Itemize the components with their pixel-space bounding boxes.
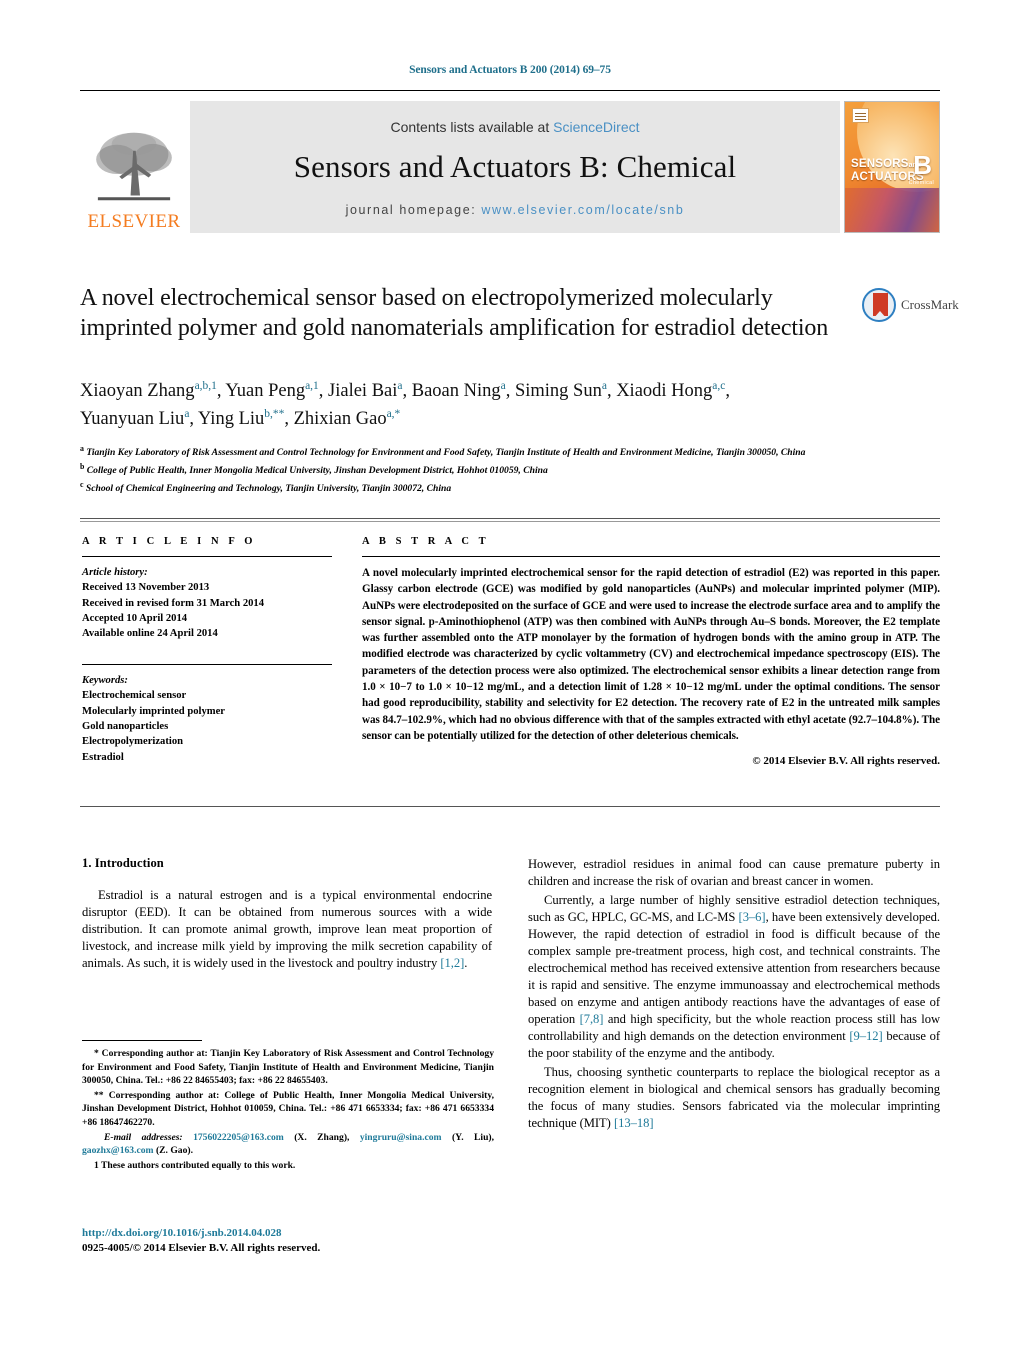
- page-title: A novel electrochemical sensor based on …: [80, 285, 829, 341]
- elsevier-wordmark: ELSEVIER: [87, 211, 181, 232]
- history-item: Available online 24 April 2014: [82, 628, 218, 640]
- keyword-item: Electropolymerization: [82, 736, 184, 748]
- footnote-corresponding-author-1: * Corresponding author at: Tianjin Key L…: [82, 1048, 494, 1087]
- author-line-2: Yuanyuan Liua, Ying Liub,**, Zhixian Gao…: [80, 407, 401, 429]
- keywords-label: Keywords:: [82, 674, 128, 686]
- citation-ref[interactable]: [3–6]: [739, 910, 766, 924]
- footer-block: http://dx.doi.org/10.1016/j.snb.2014.04.…: [82, 1226, 494, 1257]
- keyword-item: Gold nanoparticles: [82, 720, 169, 732]
- intro-paragraph-4: Thus, choosing synthetic counterparts to…: [528, 1065, 940, 1130]
- journal-masthead: ELSEVIER Contents lists available at Sci…: [80, 101, 940, 233]
- affiliation-c: c School of Chemical Engineering and Tec…: [80, 479, 452, 494]
- cover-elsevier-mark-icon: [852, 108, 869, 123]
- intro-paragraph-2: However, estradiol residues in animal fo…: [528, 857, 940, 888]
- email-link-3[interactable]: gaozhx@163.com: [82, 1145, 154, 1156]
- elsevier-logo[interactable]: ELSEVIER: [80, 101, 188, 233]
- footnote-block: * Corresponding author at: Tianjin Key L…: [82, 1040, 494, 1173]
- body-column-left: 1. Introduction Estradiol is a natural e…: [82, 856, 492, 974]
- journal-title: Sensors and Actuators B: Chemical: [293, 149, 737, 184]
- journal-homepage-line: journal homepage: www.elsevier.com/locat…: [346, 203, 685, 217]
- email-owner-3: (Z. Gao).: [155, 1145, 193, 1157]
- affiliation-b: b College of Public Health, Inner Mongol…: [80, 461, 548, 476]
- email-owner-1: (X. Zhang),: [294, 1131, 350, 1143]
- section-heading-introduction: 1. Introduction: [82, 856, 164, 870]
- keywords-rule: [82, 663, 332, 665]
- article-history-group: Article history: Received 13 November 20…: [82, 565, 332, 642]
- history-item: Accepted 10 April 2014: [82, 613, 188, 625]
- article-info-rule: [82, 556, 332, 557]
- cover-bottom-band: [845, 188, 939, 232]
- citation-ref[interactable]: [1,2]: [440, 956, 464, 970]
- journal-band: Contents lists available at ScienceDirec…: [190, 101, 840, 233]
- footnote-divider: [82, 1040, 202, 1041]
- abstract-heading: A B S T R A C T: [362, 536, 490, 547]
- article-history-label: Article history:: [82, 567, 148, 578]
- intro-paragraph-1: Estradiol is a natural estrogen and is a…: [82, 888, 492, 970]
- issn-copyright-line: 0925-4005/© 2014 Elsevier B.V. All right…: [82, 1242, 321, 1255]
- keyword-item: Electrochemical sensor: [82, 690, 187, 702]
- doi-link[interactable]: http://dx.doi.org/10.1016/j.snb.2014.04.…: [82, 1226, 494, 1241]
- affiliation-list: a Tianjin Key Laboratory of Risk Assessm…: [80, 443, 860, 496]
- homepage-prefix: journal homepage:: [345, 203, 482, 217]
- article-info-heading: A R T I C L E I N F O: [82, 536, 257, 547]
- history-item: Received in revised form 31 March 2014: [82, 597, 265, 609]
- cover-series-subtitle: Chemical: [908, 180, 934, 186]
- keyword-item: Molecularly imprinted polymer: [82, 705, 225, 717]
- cover-series-letter: B: [913, 150, 932, 180]
- contents-available-line: Contents lists available at ScienceDirec…: [390, 119, 639, 135]
- journal-cover-image: SENSORSand ACTUATORS B Chemical: [844, 101, 940, 233]
- abstract-rule: [362, 556, 940, 557]
- author-list: Xiaoyan Zhanga,b,1, Yuan Penga,1, Jialei…: [80, 378, 880, 433]
- crossmark-icon: [862, 288, 896, 322]
- footnote-equal-contribution: 1 These authors contributed equally to t…: [94, 1159, 296, 1171]
- email-addresses-label: E-mail addresses:: [104, 1131, 183, 1143]
- affiliation-a: a Tianjin Key Laboratory of Risk Assessm…: [80, 444, 806, 459]
- email-link-2[interactable]: yingruru@sina.com: [360, 1132, 442, 1143]
- info-divider-top-thin: [80, 521, 940, 522]
- header-divider: [80, 90, 940, 91]
- abstract-text: A novel molecularly imprinted electroche…: [362, 567, 940, 742]
- footnote-corresponding-author-2: ** Corresponding author at: College of P…: [82, 1089, 494, 1129]
- info-divider-top: [80, 518, 940, 519]
- running-head: Sensors and Actuators B 200 (2014) 69–75: [409, 64, 611, 76]
- crossmark-label: CrossMark: [901, 297, 959, 312]
- cover-line1: SENSORS: [851, 158, 909, 170]
- crossmark-badge[interactable]: CrossMark: [862, 288, 959, 322]
- body-column-right: However, estradiol residues in animal fo…: [528, 856, 940, 1134]
- abstract-column: A B S T R A C T A novel molecularly impr…: [362, 536, 940, 767]
- abstract-divider-bottom: [80, 806, 940, 807]
- citation-ref[interactable]: [9–12]: [849, 1029, 882, 1043]
- keywords-group: Keywords: Electrochemical sensor Molecul…: [82, 673, 332, 765]
- keyword-item: Estradiol: [82, 751, 124, 763]
- footnote-emails: E-mail addresses: 1756022205@163.com (X.…: [82, 1131, 494, 1158]
- email-owner-2: (Y. Liu),: [451, 1131, 494, 1143]
- email-link-1[interactable]: 1756022205@163.com: [193, 1132, 284, 1143]
- contents-prefix: Contents lists available at: [390, 119, 554, 135]
- history-item: Received 13 November 2013: [82, 582, 210, 594]
- citation-ref[interactable]: [13–18]: [614, 1116, 654, 1130]
- citation-ref[interactable]: [7,8]: [580, 1012, 604, 1026]
- article-info-column: A R T I C L E I N F O Article history: R…: [82, 536, 332, 765]
- abstract-copyright: © 2014 Elsevier B.V. All rights reserved…: [752, 755, 940, 768]
- author-line-1: Xiaoyan Zhanga,b,1, Yuan Penga,1, Jialei…: [80, 380, 730, 402]
- elsevier-tree-icon: [96, 132, 172, 201]
- title-block: A novel electrochemical sensor based on …: [80, 283, 850, 343]
- sciencedirect-link[interactable]: ScienceDirect: [553, 119, 639, 135]
- intro-paragraph-3: Currently, a large number of highly sens…: [528, 893, 940, 1060]
- homepage-url-link[interactable]: www.elsevier.com/locate/snb: [481, 203, 684, 217]
- journal-article-page: Sensors and Actuators B 200 (2014) 69–75…: [0, 0, 1020, 1351]
